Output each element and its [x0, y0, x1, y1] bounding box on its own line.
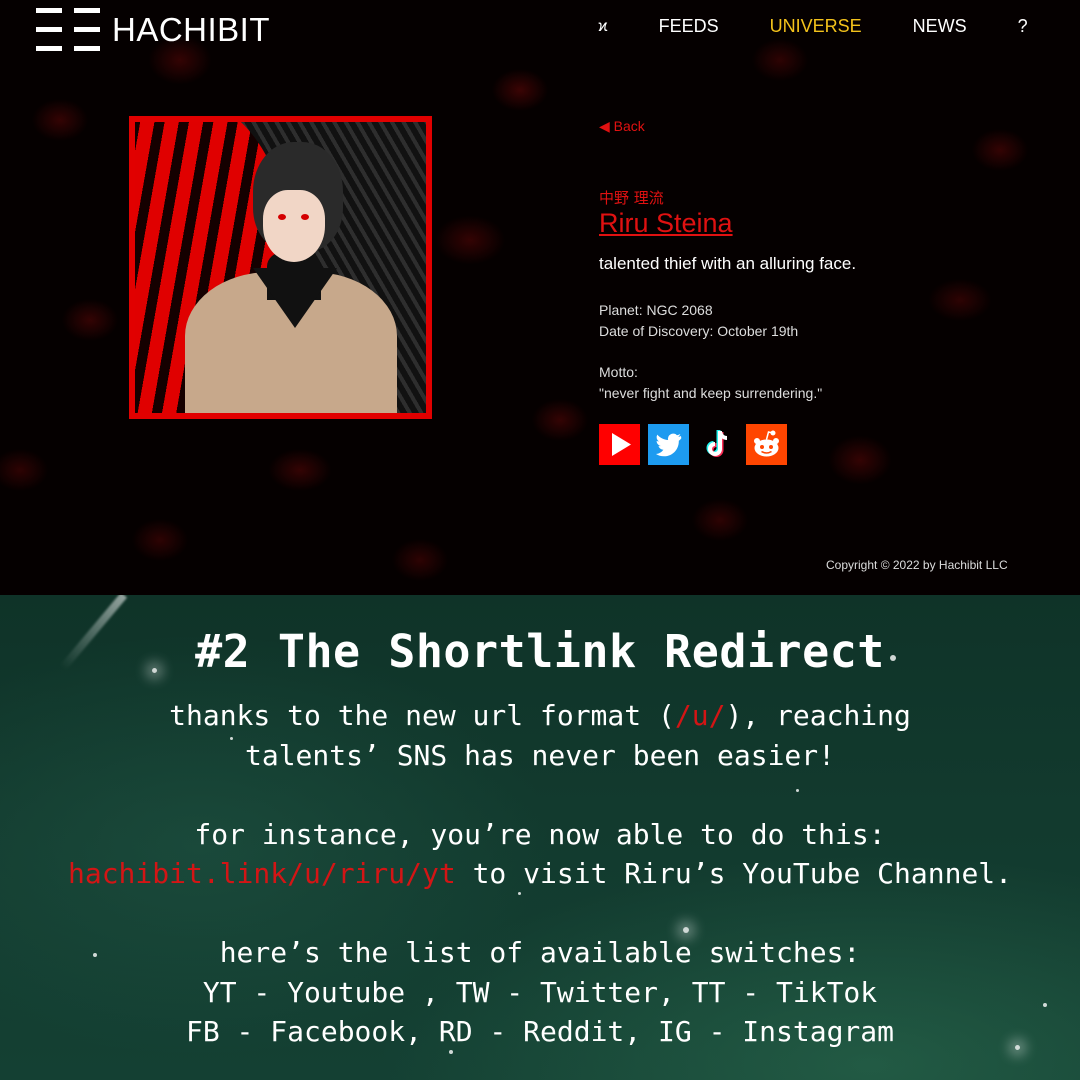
character-info: ◀ Back 中野 理流 Riru Steina talented thief … [599, 118, 856, 465]
youtube-link[interactable] [599, 424, 640, 465]
copyright-text: Copyright © 2022 by Hachibit LLC [826, 558, 1008, 572]
nav-item-feeds[interactable]: FEEDS [659, 16, 719, 37]
character-native-name: 中野 理流 [599, 189, 664, 207]
nav-glyph-icon[interactable]: ϰ [598, 18, 608, 36]
character-tagline: talented thief with an alluring face. [599, 254, 857, 273]
explainer-line: here’s the list of available switches: [219, 936, 861, 969]
twitter-icon [656, 433, 682, 457]
tiktok-icon [706, 430, 728, 457]
example-shortlink[interactable]: hachibit.link/u/riru/yt [68, 857, 456, 890]
character-meta: Planet: NGC 2068 Date of Discovery: Octo… [599, 300, 856, 342]
explainer-text: to visit Riru’s YouTube Channel. [455, 857, 1013, 890]
website-panel: HACHIBIT ϰ FEEDS UNIVERSE NEWS ? ◀ Back … [0, 0, 1080, 595]
character-motto: Motto: "never fight and keep surrenderin… [599, 362, 856, 404]
character-portrait [129, 116, 432, 419]
explainer-panel: #2 The Shortlink Redirect thanks to the … [0, 595, 1080, 1080]
explainer-line: hachibit.link/u/riru/yt to visit Riru’s … [0, 854, 1080, 894]
logo-text: HACHIBIT [112, 11, 271, 48]
site-logo[interactable]: HACHIBIT [36, 8, 270, 52]
reddit-link[interactable] [746, 424, 787, 465]
switch-list-line: FB - Facebook, RD - Reddit, IG - Instagr… [185, 1015, 894, 1048]
explainer-line: thanks to the new url format (/u/), reac… [0, 696, 1080, 736]
discovery-date-text: Date of Discovery: October 19th [599, 323, 799, 339]
reddit-icon [754, 430, 779, 457]
hamburger-logo-icon [36, 8, 100, 52]
nav-item-help[interactable]: ? [1018, 16, 1028, 37]
twitter-link[interactable] [648, 424, 689, 465]
back-link[interactable]: ◀ Back [599, 118, 856, 135]
motto-text: "never fight and keep surrendering." [599, 385, 823, 401]
main-nav: ϰ FEEDS UNIVERSE NEWS ? [598, 16, 1079, 37]
explainer-text: ), reaching [725, 699, 911, 732]
explainer-body: thanks to the new url format (/u/), reac… [0, 696, 1080, 1052]
explainer-line: talents’ SNS has never been easier! [244, 738, 835, 772]
explainer-line: for instance, you’re now able to do this… [194, 817, 886, 851]
planet-text: Planet: NGC 2068 [599, 302, 713, 318]
explainer-text: thanks to the new url format ( [169, 699, 675, 732]
nav-item-universe[interactable]: UNIVERSE [770, 16, 862, 37]
nav-item-news[interactable]: NEWS [913, 16, 967, 37]
character-name-link[interactable]: Riru Steina [599, 208, 856, 239]
explainer-title: #2 The Shortlink Redirect [195, 625, 885, 678]
tiktok-link[interactable] [697, 424, 738, 465]
youtube-icon [612, 433, 631, 456]
url-format-code: /u/ [674, 699, 726, 732]
social-links [599, 424, 856, 465]
switch-list-line: YT - Youtube , TW - Twitter, TT - TikTok [202, 975, 878, 1009]
motto-label: Motto: [599, 364, 638, 380]
